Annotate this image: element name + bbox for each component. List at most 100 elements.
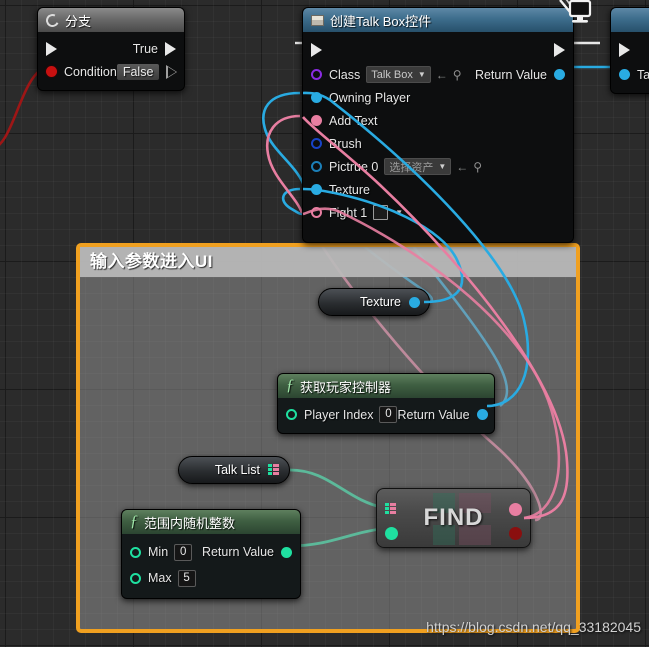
talk-list-variable-label: Talk List [214,463,260,477]
texture-label: Texture [329,182,370,197]
branch-icon [44,11,61,29]
pin-row-texture: Texture [303,178,573,201]
talk-list-variable-node[interactable]: Talk List [178,456,290,484]
random-int-header: ƒ 范围内随机整数 [122,510,300,534]
back-arrow-icon[interactable]: ← [456,160,468,174]
function-icon: ƒ [286,377,294,394]
max-label: Max [148,571,172,585]
player-index-value[interactable]: 0 [379,406,398,423]
find-array-node[interactable]: FIND [376,488,531,548]
get-player-controller-header: ƒ 获取玩家控制器 [278,374,494,398]
condition-pin[interactable] [46,66,57,77]
min-pin[interactable] [130,546,141,558]
min-row: Min 0 Return Value [122,539,300,565]
return-value-label: Return Value [474,67,547,82]
right-edge-node[interactable]: Talk [610,7,649,94]
right-edge-pin-row: Talk [611,63,649,86]
pin-row-class: Class Talk Box ▼ ← ⚲ Return Value [303,63,573,86]
monitor-icon [559,0,592,23]
exec-in-pin[interactable] [311,43,322,57]
branch-node-header: 分支 [38,8,184,32]
create-talk-box-widget-node[interactable]: 创建Talk Box控件 Class Talk Box ▼ ← ⚲ Return… [302,7,574,243]
talk-pin[interactable] [619,69,630,80]
exec-in-pin[interactable] [46,41,57,56]
get-player-controller-title: 获取玩家控制器 [300,379,392,395]
owning-player-label: Owning Player [329,90,411,105]
min-value[interactable]: 0 [174,543,193,561]
search-icon[interactable]: ⚲ [473,160,482,174]
pictrue-asset-combo[interactable]: 选择资产 ▼ [384,158,452,175]
talk-pin-label: Talk [637,67,649,82]
pin-row-brush: Brush [303,132,573,155]
create-widget-node-body: Class Talk Box ▼ ← ⚲ Return Value Owning… [303,32,573,242]
exec-in-pin[interactable] [619,43,630,57]
create-widget-node-title: 创建Talk Box控件 [330,13,432,29]
fight-checkbox[interactable] [373,205,389,220]
max-pin[interactable] [130,572,141,584]
random-int-body: Min 0 Return Value Max 5 [122,534,300,598]
texture-variable-out-pin[interactable] [409,296,420,308]
max-value[interactable]: 5 [177,569,196,587]
talk-list-array-out-pin[interactable] [268,464,280,476]
chevron-down-icon: ▼ [438,162,447,171]
return-value-pin[interactable] [554,69,565,80]
pin-row-pictrue: Pictrue 0 选择资产 ▼ ← ⚲ [303,155,573,178]
random-int-return-label: Return Value [201,545,274,559]
random-integer-in-range-node[interactable]: ƒ 范围内随机整数 Min 0 Return Value Max 5 [121,509,301,599]
texture-variable-label: Texture [360,295,401,309]
find-index-in-pin[interactable] [385,527,398,540]
pin-row-add-text: Add Text [303,109,573,132]
watermark-text: https://blog.csdn.net/qq_33182045 [426,619,641,635]
function-icon: ƒ [130,513,138,530]
pictrue-label: Pictrue 0 [329,159,379,174]
player-index-label: Player Index [304,407,374,422]
random-int-return-pin[interactable] [281,546,292,558]
search-icon[interactable]: ⚲ [453,68,462,82]
brush-pin[interactable] [311,138,322,149]
class-combo[interactable]: Talk Box ▼ [366,66,431,83]
player-index-pin[interactable] [286,409,297,420]
right-edge-node-header [611,8,649,32]
add-text-pin[interactable] [311,115,322,126]
branch-node-body: True Condition False [38,32,184,90]
condition-label: Condition [64,64,117,79]
branch-node-title: 分支 [65,13,92,29]
pin-row-owning-player: Owning Player [303,86,573,109]
pictrue-pin[interactable] [311,161,322,172]
pictrue-asset-value: 选择资产 [389,161,434,174]
back-arrow-icon[interactable]: ← [436,68,448,82]
right-edge-node-body: Talk [611,32,649,93]
get-player-controller-node[interactable]: ƒ 获取玩家控制器 Player Index 0 Return Value [277,373,495,434]
blueprint-graph-canvas[interactable]: 输入参数进入UI 分支 True Condition False 创建Talk … [0,0,649,647]
get-player-controller-return-label: Return Value [397,407,470,422]
class-label: Class [329,67,361,82]
fight-pin[interactable] [311,207,322,218]
create-widget-node-header: 创建Talk Box控件 [303,8,573,32]
branch-node[interactable]: 分支 True Condition False [37,7,185,91]
owning-player-pin[interactable] [311,92,322,103]
exec-out-false-pin[interactable] [166,64,178,79]
player-index-row: Player Index 0 Return Value [278,403,494,426]
branch-false-label: False [116,63,160,80]
exec-out-true-pin[interactable] [165,41,176,56]
right-edge-exec-row [611,37,649,63]
branch-condition-row: Condition False [38,60,184,83]
texture-variable-node[interactable]: Texture [318,288,430,316]
chevron-down-icon[interactable]: ▼ [395,208,403,217]
min-label: Min [148,545,169,559]
random-int-title: 范围内随机整数 [144,515,236,531]
find-bool-out-pin[interactable] [509,527,522,540]
texture-pin[interactable] [311,184,322,195]
brush-label: Brush [329,136,362,151]
class-pin[interactable] [311,69,322,80]
class-combo-value: Talk Box [371,68,413,81]
exec-out-pin[interactable] [554,43,565,57]
get-player-controller-body: Player Index 0 Return Value [278,398,494,433]
add-text-label: Add Text [329,113,378,128]
chevron-down-icon: ▼ [417,70,426,79]
find-array-in-pin[interactable] [385,503,397,515]
find-result-out-pin[interactable] [509,503,522,516]
pin-row-fight: Fight 1 ▼ [303,201,573,224]
fight-label: Fight 1 [329,205,368,220]
get-player-controller-return-pin[interactable] [476,409,488,420]
